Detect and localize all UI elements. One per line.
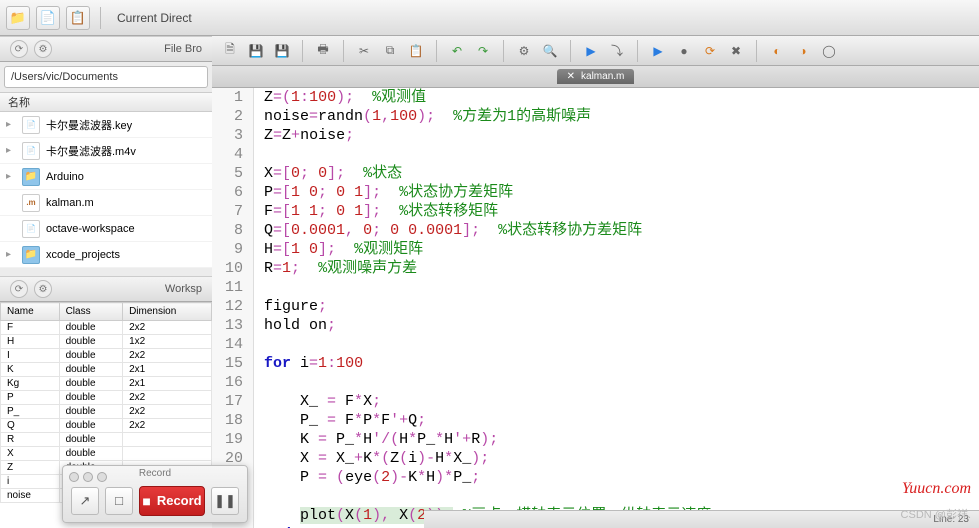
ws-row[interactable]: Xdouble: [1, 447, 212, 461]
code-line[interactable]: 13hold on;: [212, 316, 979, 335]
reload-icon[interactable]: ⟳: [10, 40, 28, 58]
code-line[interactable]: 3Z=Z+noise;: [212, 126, 979, 145]
code-line[interactable]: 12figure;: [212, 297, 979, 316]
run-icon[interactable]: ▶: [581, 41, 601, 61]
ws-row[interactable]: Pdouble2x2: [1, 391, 212, 405]
code-line[interactable]: 21 P = (eye(2)-K*H)*P_;: [212, 468, 979, 487]
code-line[interactable]: 20 X = X_+K*(Z(i)-H*X_);: [212, 449, 979, 468]
editor-toolbar: 🗎 💾 💾 🖶 ✂ ⧉ 📋 ↶ ↷ ⚙ 🔍 ▶ ⤵ ▶ ● ⟳ ✖ ◐ ◑ ◯: [212, 36, 979, 66]
tab-kalman[interactable]: ✕kalman.m: [557, 69, 635, 84]
code-line[interactable]: 19 K = P_*H'/(H*P_*H'+R);: [212, 430, 979, 449]
file-row[interactable]: ▸📄卡尔曼滤波器.key: [0, 112, 212, 138]
ws-row[interactable]: Kdouble2x1: [1, 363, 212, 377]
new-file-icon[interactable]: 🗎: [220, 41, 240, 61]
watermark-site: Yuucn.com: [902, 480, 971, 498]
ws-row[interactable]: Qdouble2x2: [1, 419, 212, 433]
undo-icon[interactable]: ↶: [447, 41, 467, 61]
watermark-csdn: CSDN @彭祥.: [901, 506, 971, 522]
code-line[interactable]: 9H=[1 0]; %观测矩阵: [212, 240, 979, 259]
ws-col-header[interactable]: Dimension: [123, 303, 212, 321]
file-row[interactable]: 📄octave-workspace: [0, 216, 212, 242]
stop-icon[interactable]: □: [105, 487, 133, 515]
file-row[interactable]: ▸📁xcode_projects: [0, 242, 212, 268]
code-line[interactable]: 8Q=[0.0001, 0; 0 0.0001]; %状态转移协方差矩阵: [212, 221, 979, 240]
code-line[interactable]: 18 P_ = F*P*F'+Q;: [212, 411, 979, 430]
ws-row[interactable]: Fdouble2x2: [1, 321, 212, 335]
folder-icon[interactable]: 📁: [6, 6, 30, 30]
gear-icon[interactable]: ⚙: [514, 41, 534, 61]
file-row[interactable]: ▸📁Arduino: [0, 164, 212, 190]
redo-icon[interactable]: ↷: [473, 41, 493, 61]
ws-row[interactable]: Idouble2x2: [1, 349, 212, 363]
find-icon[interactable]: 🔍: [540, 41, 560, 61]
pause-icon[interactable]: ❚❚: [211, 487, 239, 515]
code-area[interactable]: 1Z=(1:100); %观测值2noise=randn(1,100); %方差…: [212, 88, 979, 528]
doc-icon[interactable]: 📄: [36, 6, 60, 30]
code-line[interactable]: 14: [212, 335, 979, 354]
code-line[interactable]: 7F=[1 1; 0 1]; %状态转移矩阵: [212, 202, 979, 221]
record-button[interactable]: ■Record: [139, 486, 205, 516]
copy-icon[interactable]: ⧉: [380, 41, 400, 61]
ws-row[interactable]: Kgdouble2x1: [1, 377, 212, 391]
paste-icon[interactable]: 📋: [406, 41, 426, 61]
record-window[interactable]: Record ↗ □ ■Record ❚❚: [62, 465, 248, 523]
code-line[interactable]: 15for i=1:100: [212, 354, 979, 373]
gear-icon[interactable]: ⚙: [34, 40, 52, 58]
clipboard-icon[interactable]: 📋: [66, 6, 90, 30]
bp-clear-icon[interactable]: ◯: [819, 41, 839, 61]
code-line[interactable]: 11: [212, 278, 979, 297]
code-line[interactable]: 2noise=randn(1,100); %方差为1的高斯噪声: [212, 107, 979, 126]
file-row[interactable]: .mkalman.m: [0, 190, 212, 216]
save-icon[interactable]: 💾: [246, 41, 266, 61]
print-icon[interactable]: 🖶: [313, 41, 333, 61]
code-line[interactable]: 6P=[1 0; 0 1]; %状态协方差矩阵: [212, 183, 979, 202]
bp-toggle-icon[interactable]: ◐: [767, 41, 787, 61]
window-controls[interactable]: [69, 472, 107, 482]
close-icon[interactable]: ✕: [567, 71, 575, 82]
ws-col-header[interactable]: Name: [1, 303, 60, 321]
step-over-icon[interactable]: ⟳: [700, 41, 720, 61]
ws-col-header[interactable]: Class: [59, 303, 123, 321]
expand-icon[interactable]: ↗: [71, 487, 99, 515]
file-list: ▸📄卡尔曼滤波器.key▸📄卡尔曼滤波器.m4v▸📁Arduino.mkalma…: [0, 112, 212, 268]
code-line[interactable]: 5X=[0; 0]; %状态: [212, 164, 979, 183]
debug-icon[interactable]: ▶: [648, 41, 668, 61]
ws-row[interactable]: Hdouble1x2: [1, 335, 212, 349]
left-column: ⟳⚙ File Bro /Users/vic/Documents 名称 ▸📄卡尔…: [0, 36, 212, 528]
code-line[interactable]: 22: [212, 487, 979, 506]
code-line[interactable]: 10R=1; %观测噪声方差: [212, 259, 979, 278]
code-line[interactable]: 4: [212, 145, 979, 164]
workspace-header: ⟳⚙ Worksp: [0, 276, 212, 302]
file-row[interactable]: ▸📄卡尔曼滤波器.m4v: [0, 138, 212, 164]
file-browser-header: ⟳⚙ File Bro: [0, 36, 212, 62]
gear-icon[interactable]: ⚙: [34, 280, 52, 298]
step-icon[interactable]: ⤵: [607, 41, 627, 61]
main-toolbar: 📁 📄 📋 Current Direct: [0, 0, 979, 36]
bp-next-icon[interactable]: ◑: [793, 41, 813, 61]
camera-icon: ■: [142, 493, 150, 509]
reload-icon[interactable]: ⟳: [10, 280, 28, 298]
ws-row[interactable]: Rdouble: [1, 433, 212, 447]
path-bar[interactable]: /Users/vic/Documents: [4, 66, 208, 88]
code-line[interactable]: 1Z=(1:100); %观测值: [212, 88, 979, 107]
editor-pane: 🗎 💾 💾 🖶 ✂ ⧉ 📋 ↶ ↷ ⚙ 🔍 ▶ ⤵ ▶ ● ⟳ ✖ ◐ ◑ ◯ …: [212, 36, 979, 528]
code-line[interactable]: 17 X_ = F*X;: [212, 392, 979, 411]
cut-icon[interactable]: ✂: [354, 41, 374, 61]
editor-tabbar: ✕kalman.m: [212, 66, 979, 88]
ws-row[interactable]: P_double2x2: [1, 405, 212, 419]
name-column-header: 名称: [0, 92, 212, 112]
code-line[interactable]: 16: [212, 373, 979, 392]
stop-icon[interactable]: ✖: [726, 41, 746, 61]
status-bar: Line: 23: [424, 510, 979, 528]
save-all-icon[interactable]: 💾: [272, 41, 292, 61]
current-dir-label: Current Direct: [117, 11, 192, 25]
breakpoint-icon[interactable]: ●: [674, 41, 694, 61]
